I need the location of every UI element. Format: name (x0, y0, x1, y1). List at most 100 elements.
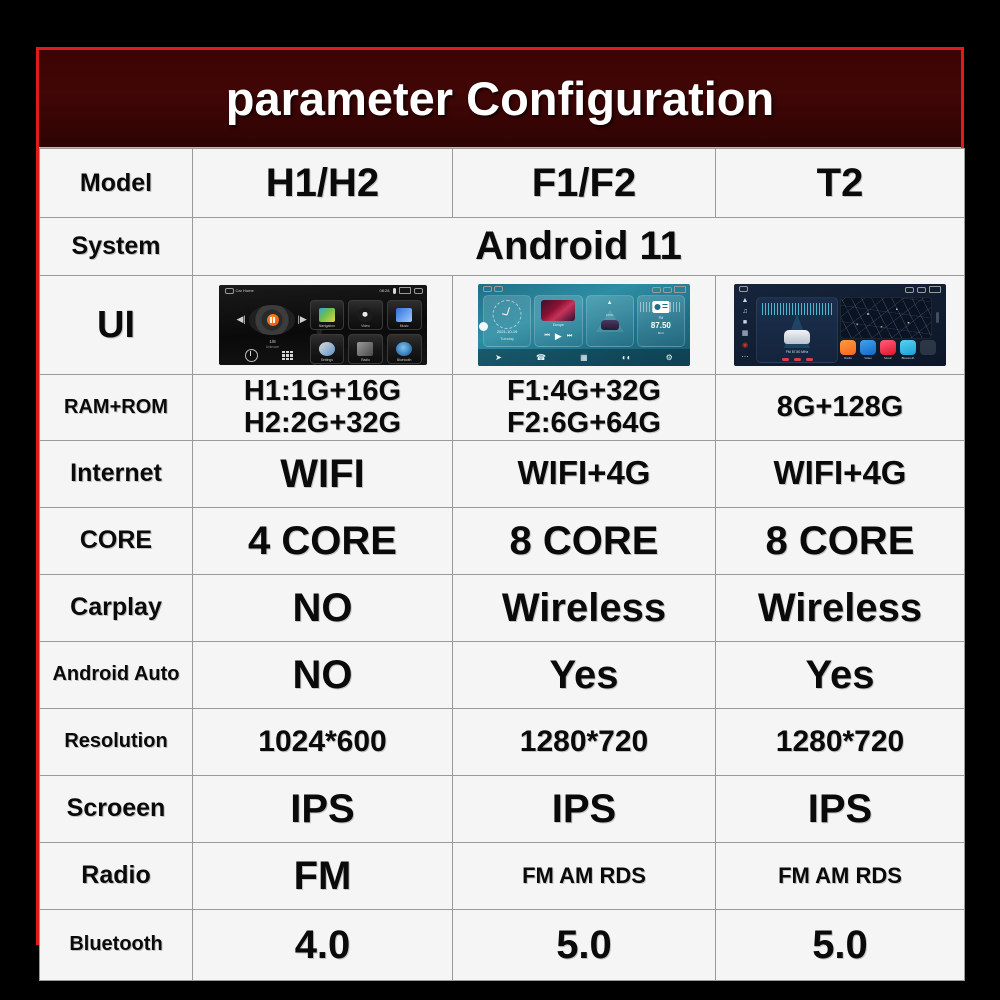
app-tile-radio[interactable]: Radio (348, 334, 383, 364)
specification-table: Model H1/H2 F1/F2 T2 System Android 11 U… (39, 148, 965, 981)
car-icon[interactable]: ◐◐ (622, 353, 632, 362)
record-icon[interactable]: ◉ (742, 341, 748, 349)
cell-ui-f1f2: 2021-10-19 Tuesday Europe ⏮ ▶ ⏭ ▲ 100% F… (452, 275, 716, 375)
cell-model-h1h2: H1/H2 (192, 148, 453, 218)
bottom-dock: ➤ ☎ ▦ ◐◐ ⚙ (478, 349, 690, 366)
row-label-carplay: Carplay (39, 573, 193, 642)
phone-icon[interactable]: ☎ (536, 353, 546, 362)
cell-system-android: Android 11 (192, 217, 965, 276)
clock-day: Tuesday (500, 337, 514, 341)
cell-model-t2: T2 (715, 148, 965, 218)
clock-widget[interactable]: 2021-10-19 Tuesday (483, 295, 532, 347)
car-widget[interactable]: ▲ 100% (585, 295, 634, 347)
track-subtitle: Unknown (265, 345, 280, 349)
app-tile-video[interactable]: Video (348, 300, 383, 330)
cell-core-t2: 8 CORE (715, 506, 965, 575)
row-label-core: CORE (39, 506, 193, 575)
signal-icon (905, 286, 914, 293)
music-icon[interactable]: ♫ (742, 308, 747, 315)
table-row-resolution: Resolution 1024*600 1280*720 1280*720 (39, 707, 965, 776)
app-tile-bluetooth[interactable]: Bluetooth (386, 334, 422, 364)
table-row-ui: UI Car Home 08:28 ◀| |▶ 1/8 Unknown Navi… (39, 275, 965, 375)
apps-grid-icon[interactable] (281, 351, 294, 360)
media-widget[interactable]: Europe ⏮ ▶ ⏭ (534, 295, 583, 347)
bluetooth-icon (900, 340, 916, 355)
table-row-radio: Radio FM FM AM RDS FM AM RDS (39, 841, 965, 910)
more-icon[interactable]: ⋯ (742, 353, 749, 361)
bluetooth-icon (396, 342, 413, 356)
video-icon (860, 340, 876, 355)
row-label-ram-rom: RAM+ROM (39, 374, 193, 441)
row-label-model: Model (39, 148, 193, 218)
row-label-screen: Scroeen (39, 774, 193, 843)
car-visualization-panel[interactable]: FM 87.50 MHz (756, 297, 838, 363)
next-track-icon[interactable]: ⏭ (567, 333, 572, 340)
app-label: Radio (844, 356, 852, 360)
mic-icon (392, 287, 396, 294)
radio-icon (357, 342, 374, 356)
status-home-label: Car Home (235, 288, 254, 293)
cell-android-auto-t2: Yes (715, 640, 965, 709)
pause-button[interactable] (266, 314, 279, 326)
music-note-icon (396, 308, 413, 322)
spec-table-frame: parameter Configuration Model H1/H2 F1/F… (36, 47, 965, 981)
ram-line-1: H1:1G+16G (243, 375, 402, 407)
table-row-carplay: Carplay NO Wireless Wireless (39, 573, 965, 642)
cell-ui-h1h2: Car Home 08:28 ◀| |▶ 1/8 Unknown Navigat… (192, 275, 453, 375)
table-row-bluetooth: Bluetooth 4.0 5.0 5.0 (39, 908, 965, 981)
play-icon[interactable]: ▶ (555, 331, 562, 342)
power-icon[interactable] (244, 349, 258, 362)
apps-icon[interactable]: ▦ (742, 329, 749, 337)
gear-icon (318, 342, 335, 356)
map-icon (318, 308, 335, 322)
radio-widget[interactable]: FM 87.50 MHz (636, 295, 685, 347)
row-label-internet: Internet (39, 439, 193, 508)
cell-bluetooth-t2: 5.0 (715, 908, 965, 981)
row-label-android-auto: Android Auto (39, 640, 193, 709)
cell-screen-h1h2: IPS (192, 774, 453, 843)
status-right (905, 286, 941, 293)
scroll-indicator[interactable] (936, 312, 939, 323)
next-track-icon[interactable]: |▶ (298, 315, 307, 324)
settings-gear-icon[interactable]: ⚙ (666, 353, 673, 362)
previous-track-icon[interactable]: ◀| (237, 315, 246, 324)
cell-ram-t2: 8G+128G (715, 374, 965, 441)
battery-icon (398, 287, 411, 294)
navigation-icon[interactable]: ➤ (495, 353, 502, 362)
preset-indicators (757, 358, 837, 361)
table-row-ram-rom: RAM+ROM H1:1G+16G H2:2G+32G F1:4G+32G F2… (39, 374, 965, 441)
app-all-apps[interactable] (920, 340, 936, 355)
cell-ui-t2: ▲ ♫ ■ ▦ ◉ ⋯ FM 87.50 MHz Radio Video Mus… (715, 275, 965, 375)
map-panel[interactable] (840, 297, 932, 339)
row-label-resolution: Resolution (39, 707, 193, 776)
app-tile-settings[interactable]: Settings (309, 334, 345, 364)
radio-icon (840, 340, 856, 355)
cell-android-auto-f1f2: Yes (452, 640, 716, 709)
album-art (541, 300, 576, 321)
app-music[interactable]: Music (880, 340, 896, 360)
table-row-system: System Android 11 (39, 217, 965, 276)
status-left (739, 286, 748, 292)
table-row-screen: Scroeen IPS IPS IPS (39, 774, 965, 843)
status-right (652, 286, 686, 293)
app-tile-label: Settings (320, 358, 333, 362)
status-left: Car Home (224, 287, 254, 294)
radio-icon[interactable]: ■ (743, 319, 747, 326)
cell-carplay-t2: Wireless (715, 573, 965, 642)
app-tile-music[interactable]: Music (386, 300, 422, 330)
radio-icon (652, 301, 670, 313)
app-tile-navigation[interactable]: Navigation (309, 300, 345, 330)
status-left (483, 286, 503, 292)
apps-grid-icon[interactable]: ▦ (580, 353, 588, 362)
previous-track-icon[interactable]: ⏮ (545, 333, 550, 340)
cell-core-h1h2: 4 CORE (192, 506, 453, 575)
row-label-radio: Radio (39, 841, 193, 910)
volume-icon (663, 286, 672, 293)
radio-unit: MHz (657, 331, 664, 335)
app-bluetooth[interactable]: Bluetooth (900, 340, 916, 360)
radio-band: FM (785, 350, 791, 354)
device-status-bar: Car Home 08:28 (219, 285, 427, 296)
app-video[interactable]: Video (860, 340, 876, 360)
navigation-icon[interactable]: ▲ (742, 297, 749, 304)
app-radio[interactable]: Radio (840, 340, 856, 360)
